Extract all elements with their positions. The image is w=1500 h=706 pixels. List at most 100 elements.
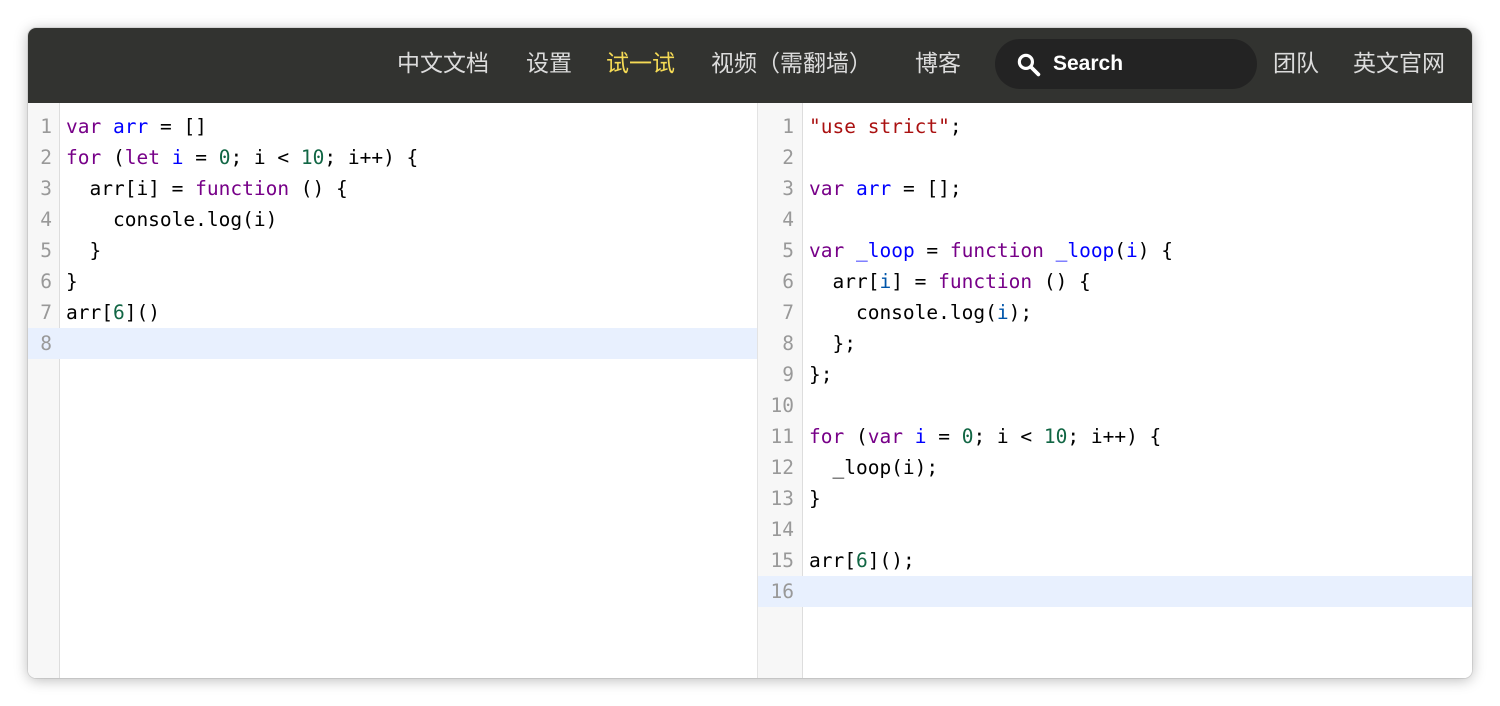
code-token: var: [66, 115, 102, 138]
code-token: = [];: [891, 177, 962, 200]
code-token: () {: [1032, 270, 1091, 293]
code-line[interactable]: 2 for (let i = 0; i < 10; i++) {: [28, 142, 757, 173]
line-number: 8: [782, 332, 794, 355]
code-token: 0: [961, 425, 974, 448]
code-token: 6: [855, 549, 868, 572]
code-token: for: [66, 146, 102, 169]
top-navbar: 中文文档 设置 试一试 视频（需翻墙） 博客 团队 英文官网: [28, 28, 1472, 103]
code-text: }: [809, 483, 821, 514]
code-line[interactable]: 7 arr[6](): [28, 297, 757, 328]
code-line[interactable]: 13}: [758, 483, 1472, 514]
code-text: arr[i] = function () {: [66, 173, 347, 204]
code-line[interactable]: 12 _loop(i);: [758, 452, 1472, 483]
code-token: }: [809, 487, 821, 510]
code-token: ;: [949, 115, 962, 138]
code-line[interactable]: 3 var arr = [];: [758, 173, 1472, 204]
output-editor[interactable]: 1 "use strict"; 2 3 var arr = []; 4 5 var _loop…: [758, 103, 1472, 678]
code-token: 10: [300, 146, 325, 169]
code-line[interactable]: 1 "use strict";: [758, 111, 1472, 142]
code-token: i: [879, 270, 892, 293]
line-number: 7: [40, 301, 52, 324]
code-token: for: [809, 425, 845, 448]
code-line[interactable]: 8: [28, 328, 757, 359]
code-text: };: [809, 359, 832, 390]
code-line[interactable]: 15 arr[6]();: [758, 545, 1472, 576]
code-line[interactable]: 11 for (var i = 0; i < 10; i++) {: [758, 421, 1472, 452]
code-line[interactable]: 6}: [28, 266, 757, 297]
line-number: 16: [770, 580, 794, 603]
code-token: =: [914, 239, 950, 262]
line-number: 5: [40, 239, 52, 262]
code-text: var arr = []: [66, 111, 207, 142]
code-token: ; i++) {: [1067, 425, 1162, 448]
code-token: (: [101, 146, 125, 169]
line-number: 7: [782, 301, 794, 324]
code-line[interactable]: 5 }: [28, 235, 757, 266]
code-token: i: [1126, 239, 1138, 262]
nav-link-try-it-out[interactable]: 试一试: [606, 28, 675, 103]
code-token: 10: [1043, 425, 1068, 448]
code-line[interactable]: 4: [758, 204, 1472, 235]
code-token: (: [844, 425, 868, 448]
code-token: arr[i] =: [66, 177, 196, 200]
code-token: ] =: [891, 270, 939, 293]
code-token: arr: [855, 177, 892, 200]
code-text: _loop(i);: [809, 452, 938, 483]
code-token: 6: [112, 301, 125, 324]
code-token: arr[: [809, 549, 856, 572]
code-token: };: [809, 332, 856, 355]
code-text: console.log(i): [66, 204, 277, 235]
line-number: 14: [770, 518, 794, 541]
input-code-lines: 1 var arr = [] 2 for (let i = 0; i < 10; i+…: [28, 111, 757, 359]
code-line[interactable]: 10: [758, 390, 1472, 421]
code-text: var arr = [];: [809, 173, 962, 204]
code-token: "use strict": [809, 115, 950, 138]
code-line[interactable]: 2: [758, 142, 1472, 173]
code-token: ; i <: [973, 425, 1044, 448]
code-token: }: [66, 239, 102, 262]
nav-link-setup[interactable]: 设置: [526, 28, 572, 103]
line-number: 15: [770, 549, 794, 572]
code-text: console.log(i);: [809, 297, 1032, 328]
code-text: "use strict";: [809, 111, 962, 142]
code-line[interactable]: 16: [758, 576, 1472, 607]
line-number: 3: [40, 177, 52, 200]
nav-link-blog[interactable]: 博客: [915, 28, 961, 103]
code-line[interactable]: 6 arr[i] = function () {: [758, 266, 1472, 297]
code-line[interactable]: 9};: [758, 359, 1472, 390]
code-text: var _loop = function _loop(i) {: [809, 235, 1173, 266]
nav-link-videos[interactable]: 视频（需翻墙）: [711, 28, 872, 103]
code-line[interactable]: 3 arr[i] = function () {: [28, 173, 757, 204]
code-token: =: [183, 146, 219, 169]
search-input[interactable]: [1053, 47, 1243, 81]
line-number: 2: [782, 146, 794, 169]
code-line[interactable]: 1 var arr = []: [28, 111, 757, 142]
input-editor[interactable]: 1 var arr = [] 2 for (let i = 0; i < 10; i+…: [28, 103, 758, 678]
code-line[interactable]: 14: [758, 514, 1472, 545]
code-token: console.log(: [809, 301, 997, 324]
code-line[interactable]: 5 var _loop = function _loop(i) {: [758, 235, 1472, 266]
nav-link-team[interactable]: 团队: [1273, 28, 1319, 103]
line-number: 5: [782, 239, 794, 262]
nav-link-english-site[interactable]: 英文官网: [1353, 28, 1445, 103]
code-line[interactable]: 4 console.log(i): [28, 204, 757, 235]
code-line[interactable]: 8 };: [758, 328, 1472, 359]
code-token: _loop: [855, 239, 915, 262]
code-token: }: [66, 270, 78, 293]
code-line[interactable]: 7 console.log(i);: [758, 297, 1472, 328]
code-token: ; i <: [230, 146, 301, 169]
code-token: console.log(i): [66, 208, 278, 231]
line-number: 1: [782, 115, 794, 138]
search-box[interactable]: [995, 39, 1257, 89]
code-token: var: [809, 239, 845, 262]
code-token: i: [914, 425, 927, 448]
nav-link-chinese-docs[interactable]: 中文文档: [397, 28, 489, 103]
code-token: arr: [112, 115, 149, 138]
search-icon: [1017, 53, 1041, 77]
code-token: var: [809, 177, 845, 200]
code-text: };: [809, 328, 856, 359]
code-token: _loop: [1055, 239, 1115, 262]
